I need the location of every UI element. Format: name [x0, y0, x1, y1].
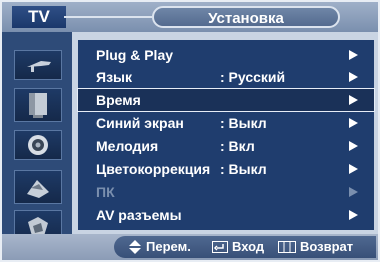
menu-item-label: Время [96, 92, 141, 108]
up-down-arrows-icon [129, 240, 141, 254]
antenna-icon [27, 61, 51, 72]
menu-key-icon [278, 241, 296, 253]
chevron-right-icon [349, 141, 358, 151]
menu-item-language[interactable]: Язык : Русский [78, 66, 374, 88]
menu-item-value: : Выкл [220, 115, 267, 131]
picture-icon [29, 93, 47, 118]
menu-category-sidebar [2, 32, 72, 244]
chevron-right-icon [349, 118, 358, 128]
menu-item-av-connectors[interactable]: AV разъемы [78, 204, 374, 226]
menu-item-time[interactable]: Время [77, 88, 375, 112]
menu-item-value: : Выкл [220, 161, 267, 177]
menu-item-plug-and-play[interactable]: Plug & Play [78, 44, 374, 66]
menu-list: Plug & Play Язык : Русский Время Синий э… [77, 40, 375, 230]
header-connector [64, 16, 152, 18]
chevron-right-icon [349, 187, 358, 197]
menu-item-melody[interactable]: Мелодия : Вкл [78, 135, 374, 157]
chevron-right-icon [349, 210, 358, 220]
chevron-right-icon [349, 72, 358, 82]
menu-item-label: Мелодия [96, 138, 159, 154]
hint-move: Перем. [146, 239, 191, 254]
sidebar-item-picture[interactable] [14, 88, 62, 122]
menu-item-pc: ПК [78, 181, 374, 203]
key-hints: Перем. Вход Возврат [114, 236, 376, 258]
chevron-right-icon [349, 164, 358, 174]
sidebar-item-input[interactable] [14, 50, 62, 80]
menu-item-value: : Русский [220, 69, 286, 85]
menu-item-label: ПК [96, 184, 115, 200]
speaker-icon [28, 135, 48, 155]
hint-return: Возврат [300, 239, 354, 254]
sidebar-item-sound[interactable] [14, 130, 62, 160]
menu-item-label: Цветокоррекция [96, 161, 211, 177]
sidebar-item-channel[interactable] [14, 170, 62, 204]
menu-item-label: Plug & Play [96, 47, 174, 63]
chevron-right-icon [349, 95, 358, 105]
menu-item-value: : Вкл [220, 138, 255, 154]
menu-item-blue-screen[interactable]: Синий экран : Выкл [78, 112, 374, 134]
source-label: TV [12, 6, 66, 28]
header-bar: TV Установка [2, 2, 378, 32]
menu-item-label: AV разъемы [96, 207, 182, 223]
tv-osd-window: TV Установка Plug & Play Язык: Русский … [0, 0, 380, 262]
hint-enter: Вход [232, 239, 265, 254]
footer-bar: Перем. Вход Возврат [2, 234, 378, 260]
enter-key-icon [212, 241, 228, 253]
menu-item-label: Язык [96, 69, 132, 85]
menu-item-label: Синий экран [96, 115, 184, 131]
menu-item-color-correction[interactable]: Цветокоррекция : Выкл [78, 158, 374, 180]
menu-title: Установка [152, 6, 340, 28]
chevron-right-icon [349, 50, 358, 60]
channel-icon [27, 180, 49, 198]
